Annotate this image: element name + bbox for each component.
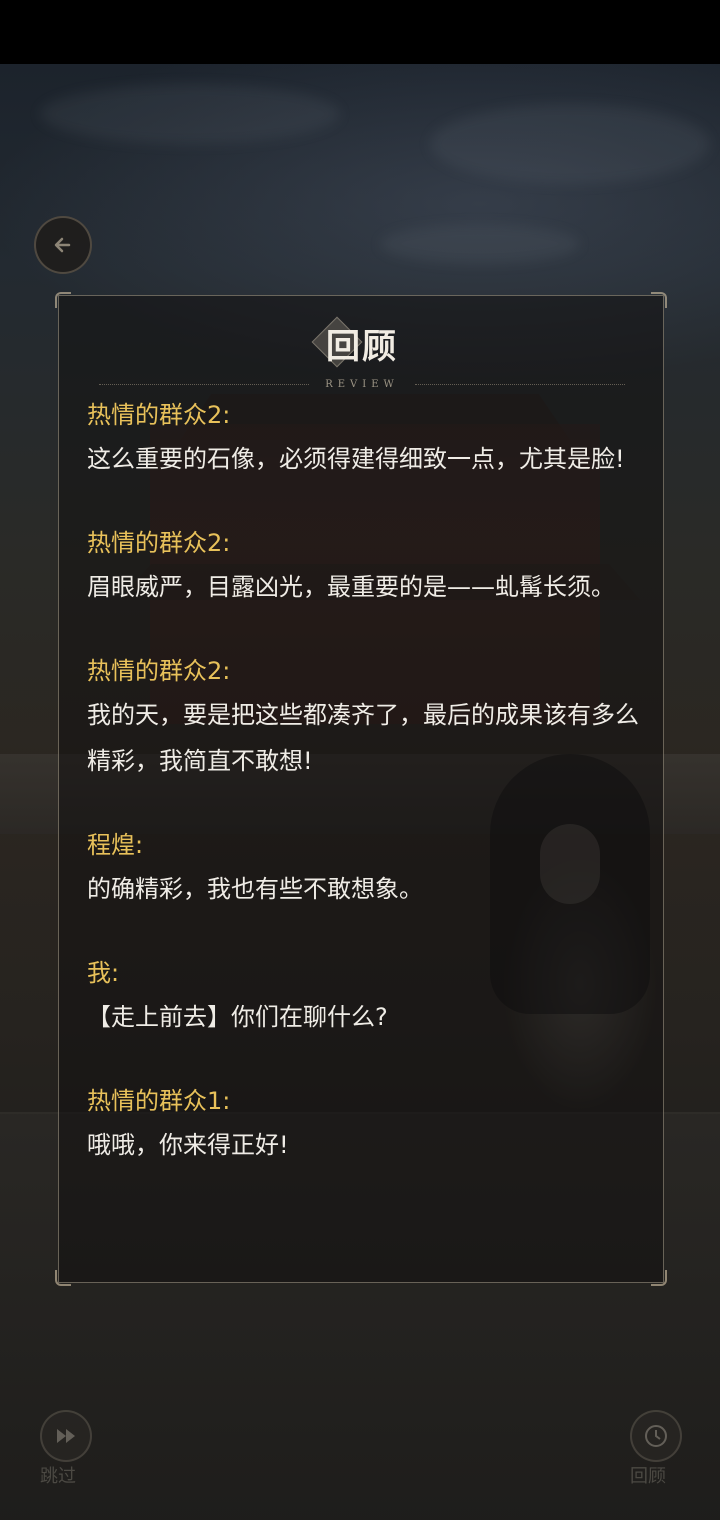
history-label: 回顾 (630, 1466, 666, 1487)
skip-button[interactable] (40, 1410, 92, 1462)
cloud (40, 84, 340, 144)
log-entry: 热情的群众1: 哦哦，你来得正好! (87, 1084, 647, 1168)
review-header: 回顾 (59, 316, 665, 368)
review-panel: 回顾 REVIEW 热情的群众2: 这么重要的石像，必须得建得细致一点，尤其是脸… (55, 292, 667, 1286)
log-entry: 我: 【走上前去】你们在聊什么? (87, 956, 647, 1040)
dotted-divider (99, 383, 310, 385)
dialogue-text: 【走上前去】你们在聊什么? (87, 1003, 388, 1031)
dialogue-text: 的确精彩，我也有些不敢想象。 (87, 875, 423, 903)
speaker-name: 热情的群众1: (87, 1087, 231, 1115)
log-entry: 热情的群众2: 我的天，要是把这些都凑齐了，最后的成果该有多么精彩，我简直不敢想… (87, 654, 647, 784)
log-entry: 热情的群众2: 眉眼威严，目露凶光，最重要的是——虬髯长须。 (87, 526, 647, 610)
corner-ornament (55, 1270, 71, 1286)
dialogue-text: 我的天，要是把这些都凑齐了，最后的成果该有多么精彩，我简直不敢想! (87, 701, 639, 775)
speaker-name: 热情的群众2: (87, 529, 231, 557)
log-entry: 热情的群众2: 这么重要的石像，必须得建得细致一点，尤其是脸! (87, 398, 647, 482)
dialogue-text: 眉眼威严，目露凶光，最重要的是——虬髯长须。 (87, 573, 615, 601)
speaker-name: 热情的群众2: (87, 657, 231, 685)
corner-ornament (55, 292, 71, 308)
dotted-divider (414, 383, 625, 385)
review-log-list[interactable]: 热情的群众2: 这么重要的石像，必须得建得细致一点，尤其是脸! 热情的群众2: … (87, 398, 647, 1268)
back-button[interactable] (34, 216, 92, 274)
speaker-name: 我: (87, 959, 120, 987)
status-bar (0, 0, 720, 64)
fast-forward-icon (57, 1429, 75, 1443)
speaker-name: 热情的群众2: (87, 401, 231, 429)
review-subtitle: REVIEW (325, 378, 399, 390)
dialogue-text: 哦哦，你来得正好! (87, 1131, 289, 1159)
review-subtitle-row: REVIEW (99, 376, 625, 392)
review-title: 回顾 (326, 326, 398, 367)
cloud (430, 104, 710, 184)
corner-ornament (651, 292, 667, 308)
dialogue-text: 这么重要的石像，必须得建得细致一点，尤其是脸! (87, 445, 625, 473)
skip-label: 跳过 (40, 1466, 76, 1487)
log-entry: 程煌: 的确精彩，我也有些不敢想象。 (87, 828, 647, 912)
speaker-name: 程煌: (87, 831, 144, 859)
back-arrow-icon (54, 237, 71, 253)
clock-icon (645, 1425, 667, 1447)
cloud (380, 224, 580, 264)
history-button[interactable] (630, 1410, 682, 1462)
corner-ornament (651, 1270, 667, 1286)
